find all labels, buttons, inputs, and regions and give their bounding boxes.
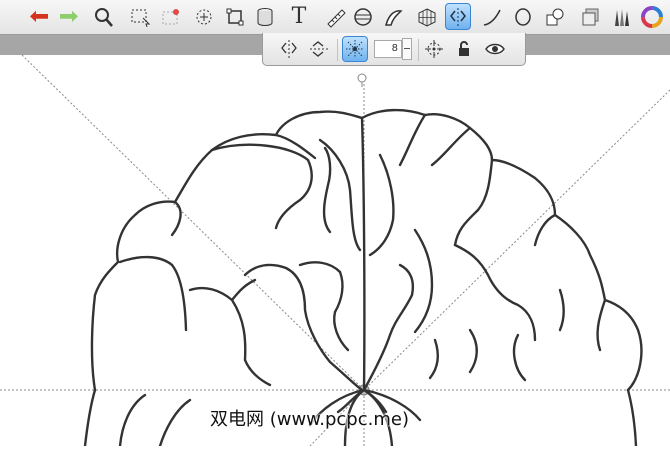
text-icon[interactable]: T bbox=[286, 3, 312, 30]
canvas-svg bbox=[0, 54, 670, 448]
stepper-minus-icon bbox=[404, 48, 410, 49]
crop-icon[interactable] bbox=[222, 3, 248, 30]
lasso-select-icon[interactable] bbox=[157, 3, 183, 30]
symmetry-guides bbox=[0, 54, 670, 447]
perspective-grid-icon[interactable] bbox=[414, 3, 440, 30]
brush-library-icon[interactable] bbox=[608, 3, 634, 30]
text-tool-glyph: T bbox=[291, 3, 307, 29]
color-wheel-icon[interactable] bbox=[639, 3, 665, 30]
watermark-text: 双电网 (www.pcpc.me) bbox=[210, 409, 409, 430]
rect-select-icon[interactable] bbox=[127, 3, 153, 30]
layers-icon[interactable] bbox=[578, 3, 604, 30]
ellipse-icon[interactable] bbox=[510, 3, 536, 30]
transform-icon[interactable] bbox=[191, 3, 217, 30]
symmetry-icon[interactable] bbox=[445, 3, 471, 30]
redo-icon[interactable] bbox=[56, 3, 82, 30]
magnifier-icon[interactable] bbox=[91, 3, 117, 30]
ellipse-guide-icon[interactable] bbox=[350, 3, 376, 30]
guide-rotation-handle[interactable] bbox=[357, 73, 367, 83]
stroke-icon[interactable] bbox=[479, 3, 505, 30]
main-toolbar: T bbox=[0, 0, 670, 35]
layer-cylinder-icon[interactable] bbox=[252, 3, 278, 30]
ruler-icon[interactable] bbox=[322, 3, 348, 30]
undo-icon[interactable] bbox=[26, 3, 52, 30]
brain-drawing bbox=[83, 108, 643, 448]
drawing-canvas[interactable] bbox=[0, 54, 670, 448]
shapes-icon[interactable] bbox=[542, 3, 568, 30]
french-curve-icon[interactable] bbox=[381, 3, 407, 30]
